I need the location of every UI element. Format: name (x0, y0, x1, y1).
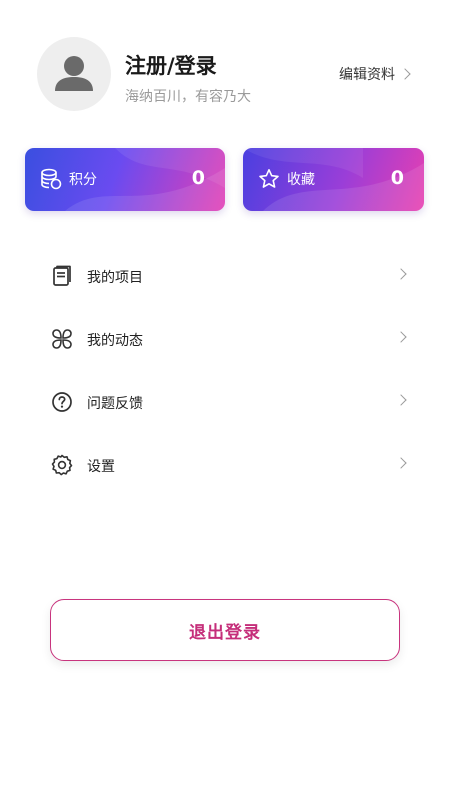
points-value: 0 (191, 167, 205, 189)
menu-item-feedback[interactable]: 问题反馈 (0, 371, 449, 434)
favorites-card[interactable]: 收藏 0 (243, 148, 424, 211)
menu-item-my-activity[interactable]: 我的动态 (0, 308, 449, 371)
menu-item-settings[interactable]: 设置 (0, 434, 449, 497)
edit-profile-label: 编辑资料 (339, 67, 395, 83)
coins-stack-icon (41, 168, 62, 190)
chevron-right-icon (399, 68, 411, 80)
profile-header: 注册/登录 海纳百川，有容乃大 编辑资料 (0, 0, 449, 130)
logout-label: 退出登录 (189, 622, 261, 643)
chevron-right-icon (395, 394, 407, 406)
menu-item-label: 问题反馈 (87, 396, 143, 412)
gear-icon (51, 454, 73, 476)
favorites-value: 0 (390, 167, 404, 189)
book-icon (53, 265, 71, 286)
menu-item-label: 我的动态 (87, 333, 143, 349)
menu-item-label: 我的项目 (87, 270, 143, 286)
star-outline-icon (259, 169, 279, 188)
points-card[interactable]: 积分 0 (25, 148, 225, 211)
chevron-right-icon (395, 457, 407, 469)
profile-motto: 海纳百川，有容乃大 (125, 89, 251, 105)
favorites-label: 收藏 (287, 172, 315, 188)
login-register-title[interactable]: 注册/登录 (125, 50, 217, 80)
avatar[interactable] (37, 37, 111, 111)
menu-list: 我的项目 我的动态 问题反馈 设置 (0, 245, 449, 497)
chevron-right-icon (395, 268, 407, 280)
question-circle-icon (52, 392, 72, 412)
chevron-right-icon (395, 331, 407, 343)
clover-icon (52, 329, 72, 349)
user-placeholder-icon (55, 56, 93, 91)
menu-item-my-projects[interactable]: 我的项目 (0, 245, 449, 308)
menu-item-label: 设置 (87, 459, 115, 475)
edit-profile-button[interactable]: 编辑资料 (339, 64, 411, 84)
points-label: 积分 (69, 172, 97, 188)
logout-button[interactable]: 退出登录 (50, 599, 400, 661)
